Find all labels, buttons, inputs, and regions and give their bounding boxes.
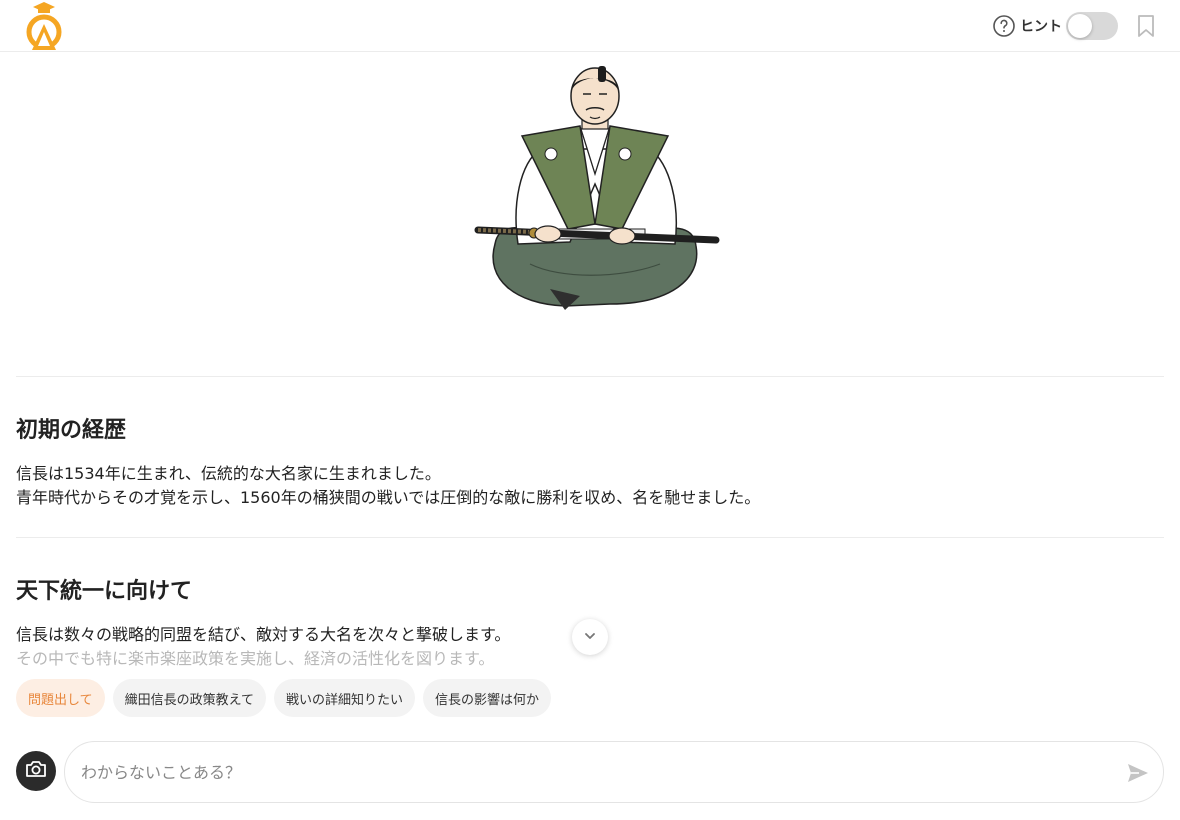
hint-toggle-group: ヒント <box>992 12 1118 40</box>
samurai-illustration <box>470 64 720 316</box>
camera-button[interactable] <box>16 751 56 791</box>
scroll-down-button[interactable] <box>572 619 608 655</box>
section-paragraph-line: その中でも特に楽市楽座政策を実施し、経済の活性化を図ります。 <box>16 649 495 668</box>
suggestion-chip-policy[interactable]: 織田信長の政策教えて <box>112 679 266 717</box>
section-divider <box>16 537 1164 538</box>
section-paragraph-line: 信長は1534年に生まれ、伝統的な大名家に生まれました。 <box>16 464 441 483</box>
chevron-down-icon <box>583 628 597 647</box>
suggestion-chip-battles[interactable]: 戦いの詳細知りたい <box>273 679 415 717</box>
hint-label: ヒント <box>1020 19 1062 35</box>
help-circle-icon[interactable] <box>992 14 1016 38</box>
section-title: 天下統一に向けて <box>16 579 193 604</box>
suggestion-chip-influence[interactable]: 信長の影響は何か <box>423 679 552 717</box>
bookmark-icon[interactable] <box>1134 13 1158 39</box>
message-input[interactable] <box>81 752 1101 792</box>
section-divider <box>16 376 1164 377</box>
section-paragraph-line: 青年時代からその才覚を示し、1560年の桶狭間の戦いでは圧倒的な敵に勝利を収め、… <box>16 488 761 507</box>
hint-toggle[interactable] <box>1066 12 1118 40</box>
suggestion-chip-quiz[interactable]: 問題出して <box>16 679 105 717</box>
section-paragraph-line: 信長は数々の戦略的同盟を結び、敵対する大名を次々と撃破します。 <box>16 625 511 644</box>
app-logo-icon[interactable] <box>22 0 66 52</box>
camera-icon <box>25 759 47 783</box>
send-icon[interactable] <box>1125 760 1151 786</box>
toggle-knob <box>1068 14 1092 38</box>
top-bar: ヒント <box>0 0 1180 52</box>
section-title: 初期の経歴 <box>16 418 127 443</box>
suggestion-chips: 問題出して 織田信長の政策教えて 戦いの詳細知りたい 信長の影響は何か <box>16 679 552 717</box>
message-composer <box>64 741 1164 803</box>
